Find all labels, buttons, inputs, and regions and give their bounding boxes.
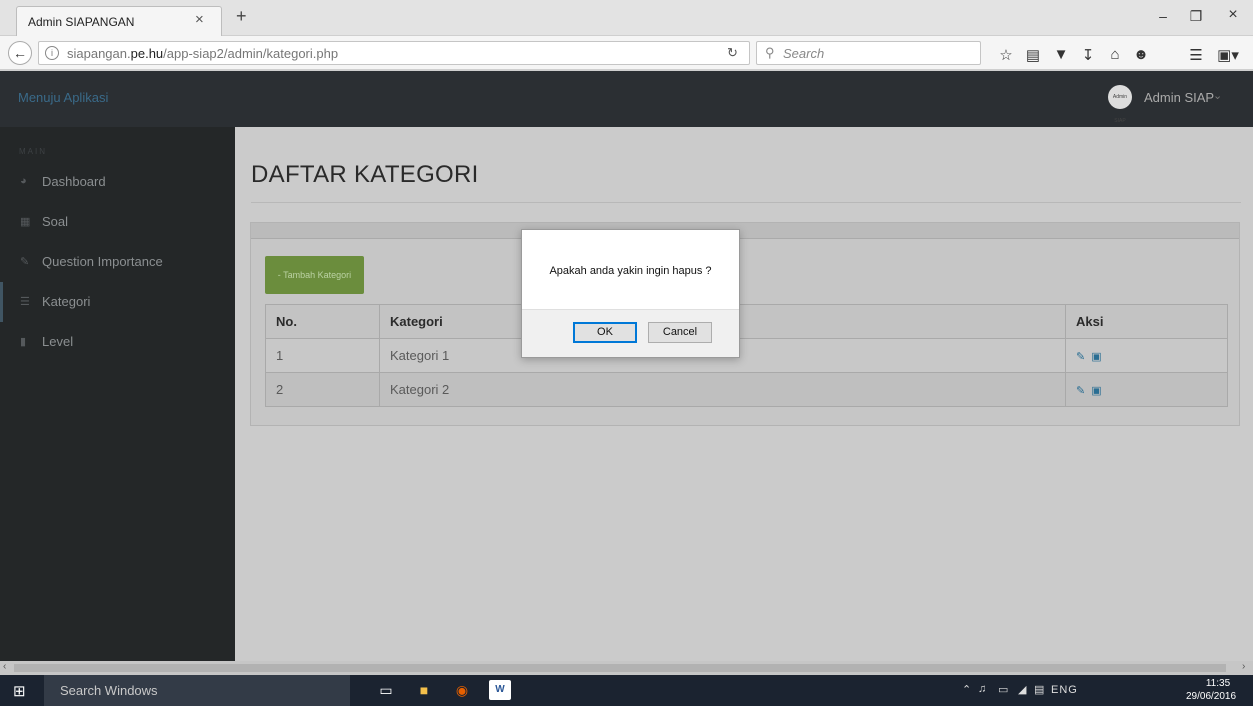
table-header-row: No. Kategori Aksi	[265, 304, 1228, 339]
bookmark-star-icon[interactable]: ☆	[996, 46, 1016, 64]
table-row: 1 Kategori 1 ✎ ▣	[265, 338, 1228, 373]
taskbar-search-input[interactable]: Search Windows	[44, 675, 350, 706]
search-icon: ⚲	[765, 45, 775, 60]
battery-icon[interactable]: ▭	[998, 683, 1008, 696]
chevron-down-icon[interactable]: ⌄	[1213, 89, 1222, 102]
sidebar: MAIN ◕ Dashboard ▦ Soal ✎ Question Impor…	[0, 127, 235, 661]
delete-trash-icon[interactable]: ▣	[1091, 351, 1101, 363]
category-table: No. Kategori Aksi 1 Kategori 1 ✎ ▣ 2 Kate…	[265, 304, 1228, 407]
menu-icon[interactable]: ☰	[1186, 46, 1206, 64]
url-path: /app-siap2/admin/kategori.php	[163, 46, 339, 61]
url-bar[interactable]: i siapangan.pe.hu/app-siap2/admin/katego…	[38, 41, 750, 65]
url-text: siapangan.pe.hu/app-siap2/admin/kategori…	[67, 46, 338, 61]
back-arrow-icon[interactable]: ←	[8, 41, 32, 65]
cell-aksi: ✎ ▣	[1065, 338, 1228, 373]
window-close-icon[interactable]: ×	[1218, 6, 1248, 24]
divider	[251, 202, 1241, 203]
new-tab-icon[interactable]: +	[236, 6, 247, 27]
dialog-footer: OK Cancel	[522, 309, 739, 357]
sidebar-section-label: MAIN	[19, 147, 47, 156]
sidebar-item-label: Soal	[42, 214, 69, 229]
browser-search-input[interactable]: ⚲ Search	[756, 41, 981, 65]
avatar[interactable]: Admin SIAP	[1108, 85, 1132, 124]
horizontal-scrollbar[interactable]: ‹ ›	[0, 661, 1253, 675]
maximize-icon[interactable]: ❐	[1181, 8, 1211, 25]
tab-title: Admin SIAPANGAN	[28, 15, 135, 29]
windows-start-icon[interactable]: ⊞	[13, 682, 26, 700]
browser-nav-bar: ← i siapangan.pe.hu/app-siap2/admin/kate…	[0, 36, 1253, 70]
search-placeholder: Search	[783, 46, 825, 61]
pocket-icon[interactable]: ▼	[1051, 46, 1071, 63]
word-icon[interactable]: W	[489, 680, 511, 700]
task-view-icon[interactable]: ▭	[375, 680, 397, 700]
cancel-button[interactable]: Cancel	[648, 322, 712, 343]
cell-aksi: ✎ ▣	[1065, 372, 1228, 407]
home-icon[interactable]: ⌂	[1105, 46, 1125, 63]
browser-tab[interactable]: Admin SIAPANGAN ×	[16, 6, 222, 36]
reload-icon[interactable]: ↻	[727, 45, 738, 61]
sidebar-item-soal[interactable]: ▦ Soal	[0, 202, 235, 242]
firefox-icon[interactable]: ◉	[451, 680, 473, 700]
cell-kategori: Kategori 2	[379, 372, 1066, 407]
cell-no: 2	[265, 372, 380, 407]
brand-link[interactable]: Menuju Aplikasi	[18, 90, 108, 105]
confirm-dialog: Apakah anda yakin ingin hapus ? OK Cance…	[521, 229, 740, 358]
app-top-bar: Menuju Aplikasi Admin SIAP Admin SIAP ⌄	[0, 71, 1253, 127]
clock-time[interactable]: 11:35	[1198, 678, 1238, 689]
volume-icon[interactable]: ♫	[978, 683, 986, 695]
scroll-left-icon[interactable]: ‹	[3, 661, 6, 672]
url-prefix: siapangan.	[67, 46, 131, 61]
sidebar-item-label: Dashboard	[42, 174, 106, 189]
table-row: 2 Kategori 2 ✎ ▣	[265, 372, 1228, 407]
info-icon[interactable]: i	[45, 46, 59, 60]
sidebar-item-label: Kategori	[42, 294, 91, 309]
edit-icon: ✎	[20, 256, 30, 268]
sidebar-item-kategori[interactable]: ☰ Kategori	[0, 282, 235, 322]
edit-pencil-icon[interactable]: ✎	[1076, 351, 1085, 363]
bar-chart-icon: ▮	[20, 336, 27, 348]
browser-tab-strip: Admin SIAPANGAN × + – ❐ ×	[0, 0, 1253, 36]
page-title: DAFTAR KATEGORI	[251, 161, 479, 188]
sidebar-item-label: Question Importance	[42, 254, 163, 269]
cell-no: 1	[265, 338, 380, 373]
sidebar-item-question-importance[interactable]: ✎ Question Importance	[0, 242, 235, 282]
download-icon[interactable]: ↧	[1078, 46, 1098, 64]
reading-list-icon[interactable]: ▤	[1023, 46, 1043, 64]
windows-taskbar: ⊞ Search Windows ▭ ■ ◉ W ⌃ ♫ ▭ ◢ ▤ ENG 1…	[0, 675, 1253, 706]
network-icon[interactable]: ◢	[1018, 683, 1026, 696]
action-center-icon[interactable]: ▤	[1034, 683, 1044, 696]
dashboard-icon: ◕	[20, 175, 27, 187]
emoji-icon[interactable]: ☻	[1131, 46, 1151, 63]
tab-close-icon[interactable]: ×	[195, 11, 204, 28]
ok-button[interactable]: OK	[573, 322, 637, 343]
sitemap-icon: ☰	[20, 296, 30, 308]
add-category-button[interactable]: - Tambah Kategori	[265, 256, 364, 294]
category-panel: - Tambah Kategori No. Kategori Aksi 1 Ka…	[250, 222, 1240, 426]
panel-header	[251, 223, 1239, 239]
extension-icon[interactable]: ▣▾	[1213, 46, 1243, 64]
scrollbar-thumb[interactable]	[14, 664, 1226, 672]
main-content: DAFTAR KATEGORI - Tambah Kategori No. Ka…	[235, 127, 1253, 661]
sidebar-item-dashboard[interactable]: ◕ Dashboard	[0, 162, 235, 202]
edit-pencil-icon[interactable]: ✎	[1076, 385, 1085, 397]
column-header-aksi: Aksi	[1065, 304, 1228, 339]
sidebar-item-label: Level	[42, 334, 74, 349]
clock-date[interactable]: 29/06/2016	[1186, 691, 1236, 702]
table-icon: ▦	[20, 216, 31, 228]
user-name[interactable]: Admin SIAP	[1144, 90, 1214, 105]
sidebar-item-level[interactable]: ▮ Level	[0, 322, 235, 362]
minimize-icon[interactable]: –	[1148, 8, 1178, 24]
scroll-right-icon[interactable]: ›	[1242, 661, 1245, 672]
column-header-no: No.	[265, 304, 380, 339]
delete-trash-icon[interactable]: ▣	[1091, 385, 1101, 397]
url-domain: pe.hu	[130, 46, 164, 61]
dialog-message: Apakah anda yakin ingin hapus ?	[549, 265, 712, 277]
taskbar-search-placeholder: Search Windows	[60, 683, 158, 698]
language-indicator[interactable]: ENG	[1051, 684, 1078, 696]
tray-chevron-icon[interactable]: ⌃	[962, 683, 971, 696]
file-explorer-icon[interactable]: ■	[413, 680, 435, 700]
